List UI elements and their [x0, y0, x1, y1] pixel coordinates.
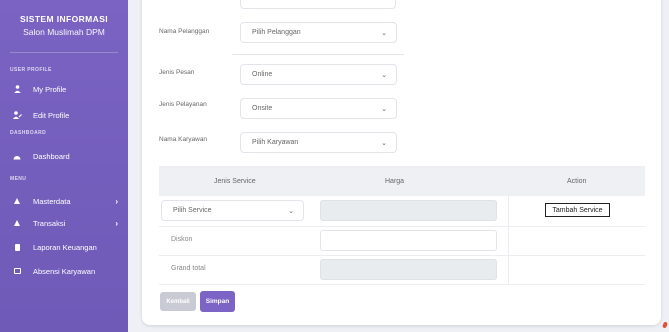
brand: SISTEM INFORMASI Salon Muslimah DPM	[0, 14, 128, 37]
sidebar-item-absensi-karyawan[interactable]: Absensi Karyawan	[12, 264, 126, 278]
sidebar-item-label: Laporan Keuangan	[33, 242, 97, 252]
select-value: Online	[252, 71, 273, 78]
sidebar-item-label: Masterdata	[33, 196, 71, 206]
kembali-button[interactable]: Kembali	[160, 292, 196, 311]
sidebar-item-my-profile[interactable]: My Profile	[12, 82, 126, 96]
report-icon	[12, 243, 22, 251]
header-jenis-service: Jenis Service	[214, 178, 256, 185]
section-user-profile: USER PROFILE	[10, 67, 52, 73]
table-row-divider	[159, 255, 645, 256]
chevron-down-icon: ⌄	[381, 30, 387, 37]
sidebar-item-edit-profile[interactable]: Edit Profile	[12, 108, 126, 122]
top-field-stub	[240, 0, 396, 9]
select-value: Onsite	[252, 105, 273, 112]
chevron-down-icon: ⌄	[381, 72, 387, 79]
chevron-right-icon: ›	[115, 218, 118, 228]
sidebar-item-label: Transaksi	[33, 218, 66, 228]
table-row-divider	[159, 226, 645, 227]
label-nama-pelanggan: Nama Pelanggan	[159, 28, 210, 35]
section-menu: MENU	[10, 176, 27, 182]
select-value: Pilih Karyawan	[252, 139, 299, 146]
harga-input	[320, 200, 497, 221]
sidebar: SISTEM INFORMASI Salon Muslimah DPM USER…	[0, 0, 128, 332]
sidebar-item-label: Edit Profile	[33, 110, 70, 120]
table-col-divider	[508, 196, 509, 284]
select-service[interactable]: Pilih Service ⌄	[161, 200, 304, 221]
label-jenis-pesan: Jenis Pesan	[159, 69, 195, 76]
select-value: Pilih Pelanggan	[252, 29, 301, 36]
transaksi-icon	[12, 220, 22, 226]
select-nama-karyawan[interactable]: Pilih Karyawan ⌄	[240, 132, 397, 153]
divider	[232, 54, 404, 55]
chevron-down-icon: ⌄	[381, 140, 387, 147]
select-nama-pelanggan[interactable]: Pilih Pelanggan ⌄	[240, 22, 397, 43]
dashboard-icon	[12, 153, 22, 160]
table-row-divider	[159, 284, 645, 285]
header-action: Action	[567, 178, 587, 185]
select-jenis-pesan[interactable]: Online ⌄	[240, 64, 397, 85]
diskon-input[interactable]	[320, 230, 497, 251]
sidebar-item-label: My Profile	[33, 84, 67, 94]
sidebar-item-dashboard[interactable]: Dashboard	[12, 149, 126, 163]
brand-title: SISTEM INFORMASI	[19, 14, 109, 24]
divider	[10, 52, 118, 53]
masterdata-icon	[12, 198, 22, 204]
chevron-down-icon: ⌄	[381, 106, 387, 113]
corner-indicator	[662, 321, 668, 329]
diskon-label: Diskon	[171, 236, 193, 243]
user-icon	[12, 85, 22, 93]
simpan-button[interactable]: Simpan	[200, 291, 235, 312]
label-jenis-pelayanan: Jenis Pelayanan	[159, 101, 207, 108]
select-value: Pilih Service	[173, 207, 212, 214]
user-edit-icon	[12, 111, 22, 119]
chevron-down-icon: ⌄	[288, 208, 294, 215]
section-dashboard: DASHBOARD	[10, 130, 47, 136]
sidebar-item-masterdata[interactable]: Masterdata ›	[12, 194, 126, 208]
attendance-icon	[12, 268, 22, 274]
grand-total-input	[320, 259, 497, 280]
header-harga: Harga	[385, 178, 405, 185]
tambah-service-button[interactable]: Tambah Service	[545, 203, 610, 217]
sidebar-item-label: Absensi Karyawan	[33, 266, 96, 276]
sidebar-item-laporan-keuangan[interactable]: Laporan Keuangan	[12, 240, 126, 254]
table-header: Jenis Service Harga Action	[159, 166, 645, 196]
select-jenis-pelayanan[interactable]: Onsite ⌄	[240, 98, 397, 119]
chevron-right-icon: ›	[115, 196, 118, 206]
label-nama-karyawan: Nama Karyawan	[159, 136, 208, 143]
sidebar-item-transaksi[interactable]: Transaksi ›	[12, 216, 126, 230]
grand-total-label: Grand total	[171, 265, 206, 272]
brand-subtitle: Salon Muslimah DPM	[23, 27, 105, 37]
sidebar-item-label: Dashboard	[33, 151, 70, 161]
